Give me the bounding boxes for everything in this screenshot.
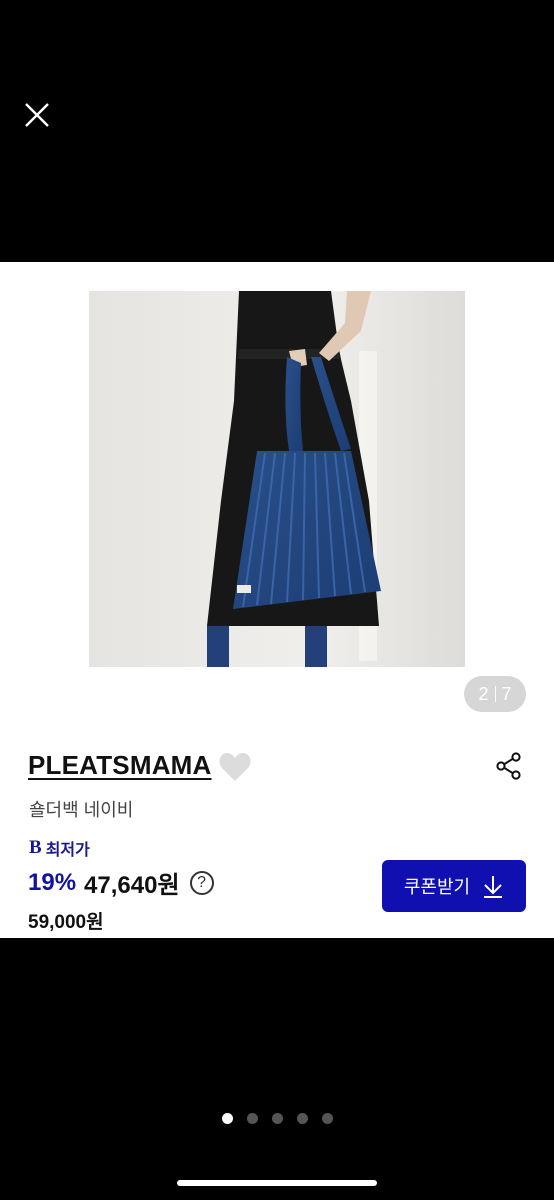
share-icon [496, 752, 521, 780]
lowest-price-badge: B 최저가 [29, 836, 90, 860]
heart-icon [219, 753, 251, 781]
original-price: 59,000원 [28, 912, 104, 933]
pager-total: 7 [501, 683, 512, 704]
help-icon[interactable]: ? [189, 870, 214, 895]
home-indicator [177, 1180, 377, 1186]
carousel-dot[interactable] [221, 1113, 233, 1124]
pager-current: 2 [478, 683, 489, 704]
carousel-dot[interactable] [296, 1113, 308, 1124]
carousel-dot[interactable] [271, 1113, 283, 1124]
carousel-dot[interactable] [321, 1113, 333, 1124]
badge-label: 최저가 [45, 842, 90, 859]
b-logo: B [29, 837, 42, 858]
carousel-dot[interactable] [246, 1113, 258, 1124]
coupon-label: 쿠폰받기 [403, 877, 471, 897]
carousel-dots [0, 1113, 554, 1124]
close-button[interactable] [20, 98, 54, 132]
sale-price: 47,640원 [84, 872, 180, 899]
share-button[interactable] [496, 752, 522, 780]
product-image[interactable] [89, 291, 465, 667]
wishlist-button[interactable] [218, 752, 252, 782]
product-name: 숄더백 네이비 [29, 800, 134, 820]
close-icon [25, 103, 49, 127]
discount-rate: 19% [28, 868, 77, 896]
image-pager: 2 7 [464, 676, 526, 712]
download-arrow-icon [484, 876, 503, 898]
product-card: 2 7 PLEATSMAMA 숄더백 네이비 B 최저가 19% 47,640원… [0, 262, 554, 938]
brand-link[interactable]: PLEATSMAMA [28, 750, 212, 781]
pager-divider [494, 686, 496, 702]
price-row: 19% 47,640원 ? [28, 865, 214, 900]
coupon-button[interactable]: 쿠폰받기 [382, 860, 526, 912]
